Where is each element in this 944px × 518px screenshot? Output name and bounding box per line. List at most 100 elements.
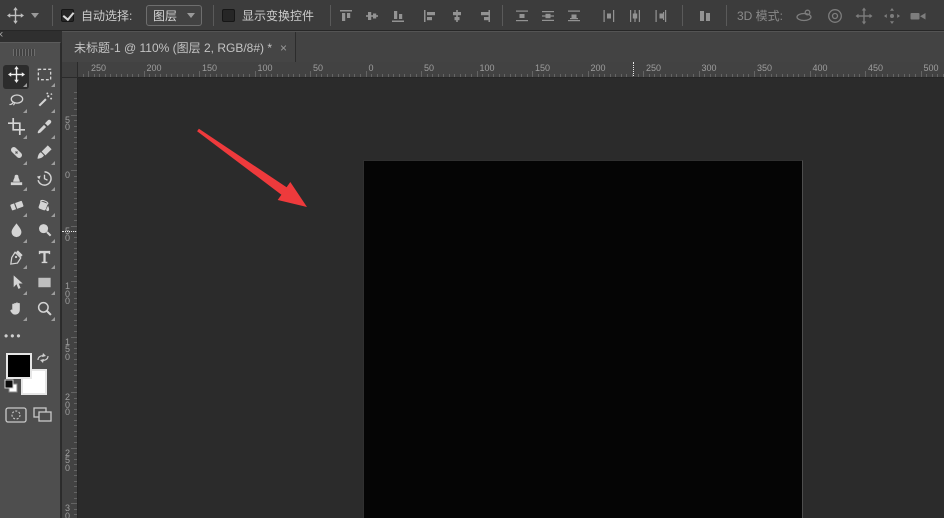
- distribute-right-edges-icon: [653, 8, 669, 24]
- spot-healing-brush-tool[interactable]: [3, 143, 29, 167]
- pen-tool[interactable]: [3, 247, 29, 271]
- blur-tool[interactable]: [3, 221, 29, 245]
- quick-selection-icon: [36, 92, 53, 114]
- quick-mask-button[interactable]: [5, 407, 27, 428]
- type-tool[interactable]: [31, 247, 57, 271]
- brush-icon: [36, 144, 53, 166]
- distribute-spacing-button[interactable]: [697, 0, 713, 31]
- dodge-tool[interactable]: [31, 221, 57, 245]
- 3d-mode-label: 3D 模式:: [737, 0, 783, 31]
- align-horizontal-centers-icon: [449, 8, 465, 24]
- 3d-roll-button[interactable]: [826, 0, 844, 31]
- subtool-triangle-icon: [23, 109, 27, 113]
- eraser-tool[interactable]: [3, 195, 29, 219]
- h-ruler-label: 250: [91, 63, 106, 73]
- rectangular-marquee-tool[interactable]: [31, 65, 57, 89]
- document-title: 未标题-1 @ 110% (图层 2, RGB/8#) *: [74, 39, 272, 56]
- eyedropper-icon: [36, 118, 53, 140]
- subtool-triangle-icon: [23, 317, 27, 321]
- 3d-zoom-icon: [909, 7, 927, 25]
- v-ruler-label: 5 0: [65, 117, 70, 132]
- pen-icon: [8, 248, 25, 270]
- distribute-top-edges-button[interactable]: [514, 0, 530, 31]
- 3d-slide-button[interactable]: [883, 0, 901, 31]
- vertical-ruler[interactable]: 5 005 01 0 01 5 02 0 02 5 03 0 0: [62, 78, 78, 518]
- history-brush-tool[interactable]: [31, 169, 57, 193]
- zoom-tool[interactable]: [31, 299, 57, 323]
- h-ruler-label: 100: [480, 63, 495, 73]
- tab-close-icon[interactable]: ×: [280, 42, 287, 54]
- move-tool[interactable]: [3, 65, 29, 89]
- show-transform-checkbox[interactable]: [222, 0, 235, 31]
- subtool-triangle-icon: [23, 135, 27, 139]
- distribute-vertical-centers-button[interactable]: [540, 0, 556, 31]
- align-vertical-centers-button[interactable]: [364, 0, 380, 31]
- edit-toolbar-ellipsis-icon[interactable]: •••: [4, 329, 23, 343]
- distribute-bottom-edges-button[interactable]: [566, 0, 582, 31]
- 3d-orbit-button[interactable]: [795, 0, 813, 31]
- hand-tool[interactable]: [3, 299, 29, 323]
- align-right-edges-button[interactable]: [476, 0, 492, 31]
- distribute-left-edges-button[interactable]: [601, 0, 617, 31]
- paint-bucket-tool[interactable]: [31, 195, 57, 219]
- h-ruler-label: 500: [924, 63, 939, 73]
- distribute-right-edges-button[interactable]: [653, 0, 669, 31]
- divider: [502, 5, 503, 26]
- path-selection-icon: [8, 274, 25, 296]
- eraser-icon: [8, 196, 25, 218]
- path-selection-tool[interactable]: [3, 273, 29, 297]
- move-tool-preset-icon[interactable]: [7, 0, 24, 31]
- v-ruler-label: 2 0 0: [65, 394, 70, 417]
- subtool-triangle-icon: [51, 291, 55, 295]
- hand-icon: [8, 300, 25, 322]
- divider: [52, 5, 53, 26]
- h-ruler-label: 150: [535, 63, 550, 73]
- canvas-viewport[interactable]: [78, 78, 944, 518]
- panel-grip-handle[interactable]: [13, 49, 35, 56]
- chevron-down-icon: [31, 13, 39, 18]
- distribute-horizontal-centers-icon: [627, 8, 643, 24]
- subtool-triangle-icon: [51, 187, 55, 191]
- 3d-orbit-icon: [795, 7, 813, 25]
- h-ruler-label: 300: [702, 63, 717, 73]
- rectangle-tool[interactable]: [31, 273, 57, 297]
- default-colors-icon[interactable]: [4, 379, 18, 398]
- align-left-edges-button[interactable]: [422, 0, 438, 31]
- auto-select-checkbox[interactable]: [61, 0, 74, 31]
- lasso-tool[interactable]: [3, 91, 29, 115]
- screen-mode-button[interactable]: [33, 407, 53, 428]
- mouse-position-marker-h: [633, 62, 634, 78]
- align-vertical-centers-icon: [364, 8, 380, 24]
- tool-preset-chevron[interactable]: [31, 0, 39, 31]
- align-horizontal-centers-button[interactable]: [449, 0, 465, 31]
- distribute-spacing-horizontal-icon: [697, 8, 713, 24]
- document-tab[interactable]: 未标题-1 @ 110% (图层 2, RGB/8#) * ×: [62, 32, 296, 63]
- subtool-triangle-icon: [51, 239, 55, 243]
- checkbox-icon: [61, 9, 74, 22]
- paint-bucket-icon: [36, 196, 53, 218]
- divider: [213, 5, 214, 26]
- crop-tool[interactable]: [3, 117, 29, 141]
- align-bottom-edges-button[interactable]: [390, 0, 406, 31]
- document-canvas[interactable]: [363, 160, 803, 518]
- align-top-edges-button[interactable]: [338, 0, 354, 31]
- blur-icon: [8, 222, 25, 244]
- 3d-pan-button[interactable]: [855, 0, 873, 31]
- foreground-color-swatch[interactable]: [6, 353, 32, 379]
- distribute-horizontal-centers-button[interactable]: [627, 0, 643, 31]
- quick-selection-tool[interactable]: [31, 91, 57, 115]
- clone-stamp-tool[interactable]: [3, 169, 29, 193]
- h-ruler-label: 0: [369, 63, 374, 73]
- horizontal-ruler[interactable]: 2502001501005005010015020025030035040045…: [78, 62, 944, 78]
- brush-tool[interactable]: [31, 143, 57, 167]
- 3d-zoom-button[interactable]: [909, 0, 927, 31]
- h-ruler-label: 200: [147, 63, 162, 73]
- auto-select-target-dropdown[interactable]: 图层: [146, 0, 202, 31]
- swap-colors-icon[interactable]: [36, 351, 50, 369]
- cutoff-close-icon[interactable]: ×: [0, 29, 9, 41]
- h-ruler-label: 50: [313, 63, 323, 73]
- align-right-edges-icon: [476, 8, 492, 24]
- eyedropper-tool[interactable]: [31, 117, 57, 141]
- move-icon: [7, 7, 24, 24]
- ruler-corner[interactable]: [62, 62, 78, 78]
